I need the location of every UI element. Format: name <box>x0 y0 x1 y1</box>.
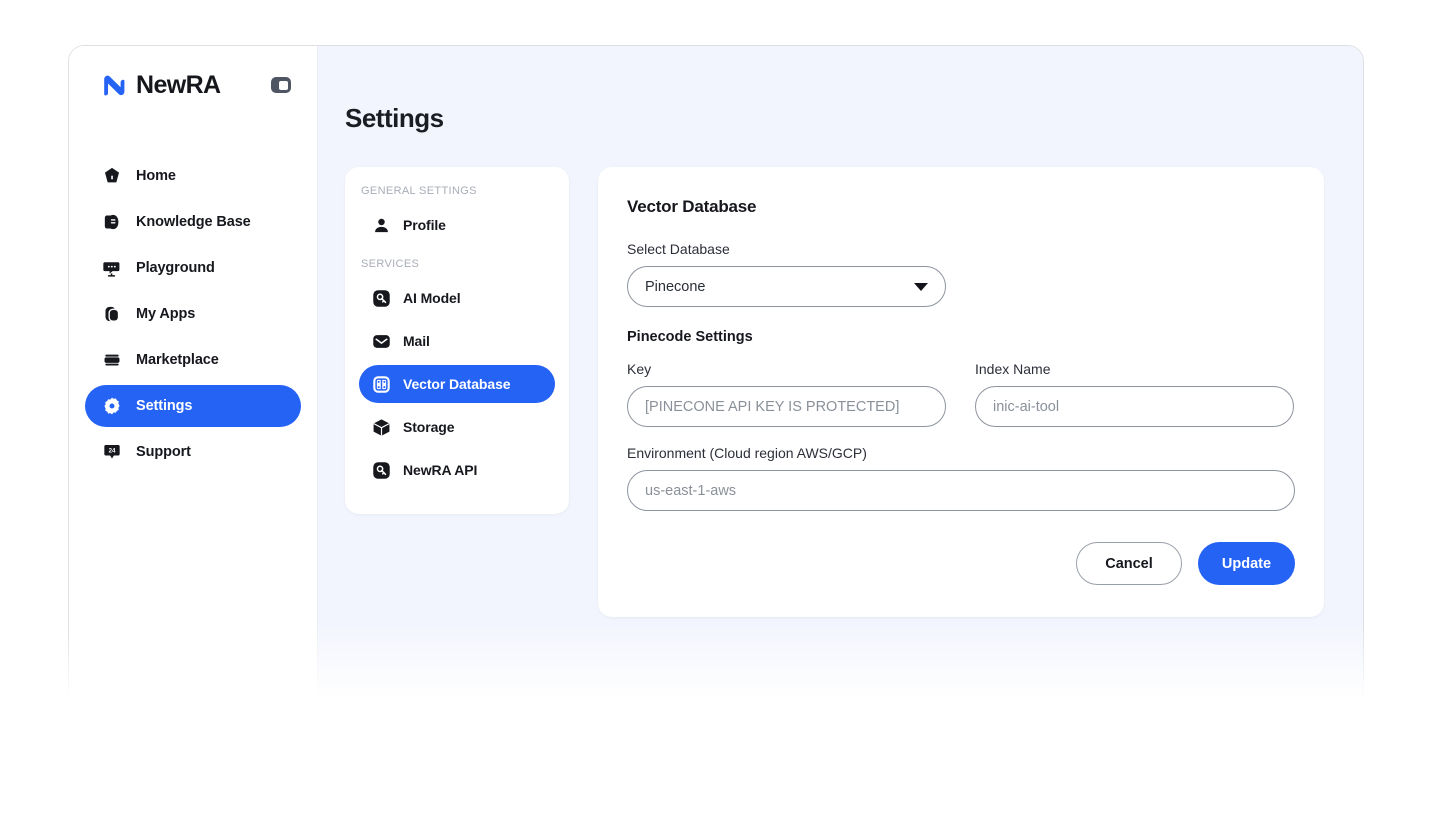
main-content: Settings GENERAL SETTINGS Profile SERVIC… <box>318 46 1363 744</box>
index-name-input[interactable] <box>975 386 1294 427</box>
chevron-down-icon <box>914 282 928 291</box>
card-title: Vector Database <box>627 197 757 216</box>
sidebar-item-my-apps[interactable]: My Apps <box>85 293 301 335</box>
newra-logo-icon <box>101 72 127 98</box>
environment-field-group: Environment (Cloud region AWS/GCP) <box>627 445 1295 511</box>
settings-group-label: SERVICES <box>361 258 420 270</box>
playground-icon <box>101 258 122 279</box>
sidebar-item-label: Knowledge Base <box>136 214 251 230</box>
cube-icon <box>371 417 391 437</box>
database-icon <box>371 374 391 394</box>
settings-nav-item-profile[interactable]: Profile <box>359 206 555 244</box>
environment-input[interactable] <box>627 470 1295 511</box>
key-icon <box>371 288 391 308</box>
content-row: GENERAL SETTINGS Profile SERVICES AI Mod… <box>318 134 1363 617</box>
sidebar-item-label: Support <box>136 444 191 460</box>
home-icon <box>101 166 122 187</box>
key-field-group: Key <box>627 361 946 427</box>
form-actions: Cancel Update <box>627 542 1295 585</box>
select-database-label: Select Database <box>627 241 730 257</box>
sidebar-item-label: Home <box>136 168 176 184</box>
sidebar-item-marketplace[interactable]: Marketplace <box>85 339 301 381</box>
envelope-icon <box>371 331 391 351</box>
sidebar-item-label: Marketplace <box>136 352 219 368</box>
my-apps-icon <box>101 304 122 325</box>
person-icon <box>371 215 391 235</box>
svg-text:24: 24 <box>108 448 115 455</box>
cancel-button[interactable]: Cancel <box>1076 542 1182 585</box>
settings-nav-item-vector-database[interactable]: Vector Database <box>359 365 555 403</box>
app-window: NewRA Home Knowledge Base Playground My … <box>68 45 1364 745</box>
index-name-label: Index Name <box>975 361 1051 377</box>
settings-nav-item-label: Mail <box>403 333 430 349</box>
settings-nav-item-ai-model[interactable]: AI Model <box>359 279 555 317</box>
key-label: Key <box>627 361 652 377</box>
sidebar-item-support[interactable]: 24 Support <box>85 431 301 473</box>
gear-icon <box>101 396 122 417</box>
settings-nav-item-label: Vector Database <box>403 376 511 392</box>
sidebar-item-label: Playground <box>136 260 215 276</box>
select-database-value: Pinecone <box>645 278 706 295</box>
select-database-dropdown[interactable]: Pinecone <box>627 266 946 307</box>
update-button[interactable]: Update <box>1198 542 1295 585</box>
vector-database-form-card: Vector Database Select Database Pinecone… <box>598 167 1324 617</box>
brand-row: NewRA <box>69 46 317 124</box>
sidebar-collapse-icon[interactable] <box>271 77 291 93</box>
marketplace-icon <box>101 350 122 371</box>
sidebar-item-label: Settings <box>136 398 193 414</box>
knowledge-base-icon <box>101 212 122 233</box>
key-input[interactable] <box>627 386 946 427</box>
support-24-icon: 24 <box>101 442 122 463</box>
settings-nav-item-label: Storage <box>403 419 455 435</box>
settings-nav-item-newra-api[interactable]: NewRA API <box>359 451 555 489</box>
settings-nav-item-label: Profile <box>403 217 446 233</box>
settings-nav-item-label: NewRA API <box>403 462 478 478</box>
brand-name: NewRA <box>136 70 221 99</box>
pinecone-settings-title: Pinecode Settings <box>627 329 753 345</box>
settings-nav-item-label: AI Model <box>403 290 461 306</box>
environment-label: Environment (Cloud region AWS/GCP) <box>627 445 867 461</box>
sidebar-item-knowledge-base[interactable]: Knowledge Base <box>85 201 301 243</box>
sidebar-item-settings[interactable]: Settings <box>85 385 301 427</box>
credentials-row: Key Index Name <box>627 361 1295 427</box>
sidebar: NewRA Home Knowledge Base Playground My … <box>69 46 318 744</box>
settings-nav-card: GENERAL SETTINGS Profile SERVICES AI Mod… <box>345 167 569 514</box>
sidebar-item-home[interactable]: Home <box>85 155 301 197</box>
sidebar-item-label: My Apps <box>136 306 196 322</box>
key-icon <box>371 460 391 480</box>
sidebar-nav: Home Knowledge Base Playground My Apps M… <box>69 155 317 473</box>
settings-nav-item-mail[interactable]: Mail <box>359 322 555 360</box>
page-title: Settings <box>345 103 444 133</box>
settings-group-label: GENERAL SETTINGS <box>361 185 477 197</box>
sidebar-item-playground[interactable]: Playground <box>85 247 301 289</box>
index-name-field-group: Index Name <box>975 361 1294 427</box>
settings-nav-item-storage[interactable]: Storage <box>359 408 555 446</box>
